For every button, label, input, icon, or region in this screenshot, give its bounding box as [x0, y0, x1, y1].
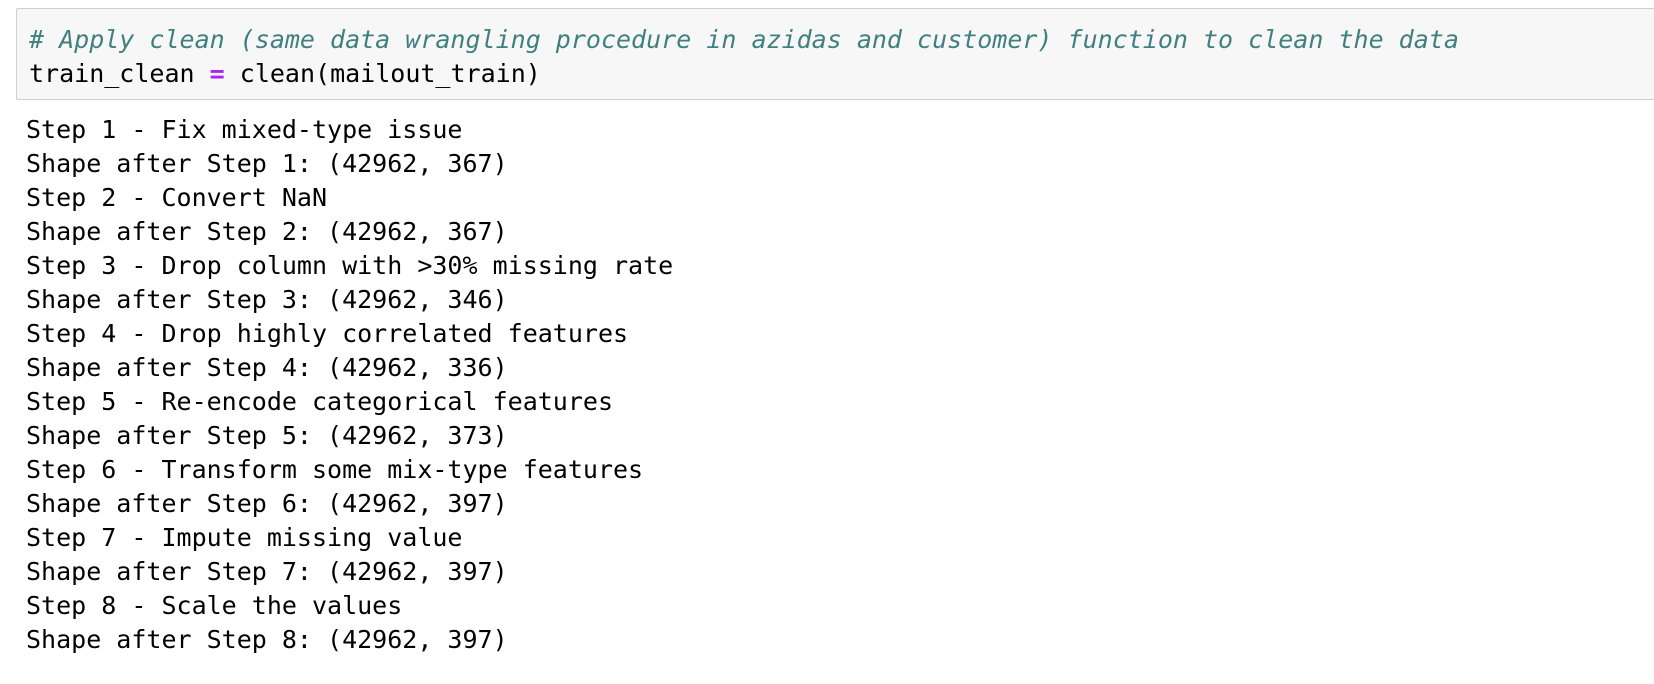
code-comment: # Apply clean (same data wrangling proce…: [29, 25, 1459, 54]
output-line: Step 5 - Re-encode categorical features: [26, 387, 613, 416]
code-operator: =: [209, 59, 225, 88]
code-call: clean(mailout_train): [239, 59, 541, 88]
output-line: Shape after Step 7: (42962, 397): [26, 557, 508, 586]
output-line: Shape after Step 1: (42962, 367): [26, 149, 508, 178]
output-area: Step 1 - Fix mixed-type issue Shape afte…: [26, 113, 673, 657]
output-line: Shape after Step 2: (42962, 367): [26, 217, 508, 246]
output-line: Shape after Step 4: (42962, 336): [26, 353, 508, 382]
code-statement: train_clean = clean(mailout_train): [29, 57, 1654, 91]
output-line: Step 6 - Transform some mix-type feature…: [26, 455, 644, 484]
code-input-cell[interactable]: # Apply clean (same data wrangling proce…: [16, 8, 1654, 100]
output-line: Step 7 - Impute missing value: [26, 523, 463, 552]
output-line: Shape after Step 6: (42962, 397): [26, 489, 508, 518]
output-line: Step 1 - Fix mixed-type issue: [26, 115, 463, 144]
output-line: Step 8 - Scale the values: [26, 591, 403, 620]
output-line: Shape after Step 8: (42962, 397): [26, 625, 508, 654]
output-line: Step 4 - Drop highly correlated features: [26, 319, 629, 348]
code-variable: train_clean: [29, 59, 195, 88]
output-line: Step 2 - Convert NaN: [26, 183, 328, 212]
output-line: Shape after Step 5: (42962, 373): [26, 421, 508, 450]
output-line: Step 3 - Drop column with >30% missing r…: [26, 251, 674, 280]
output-line: Shape after Step 3: (42962, 346): [26, 285, 508, 314]
